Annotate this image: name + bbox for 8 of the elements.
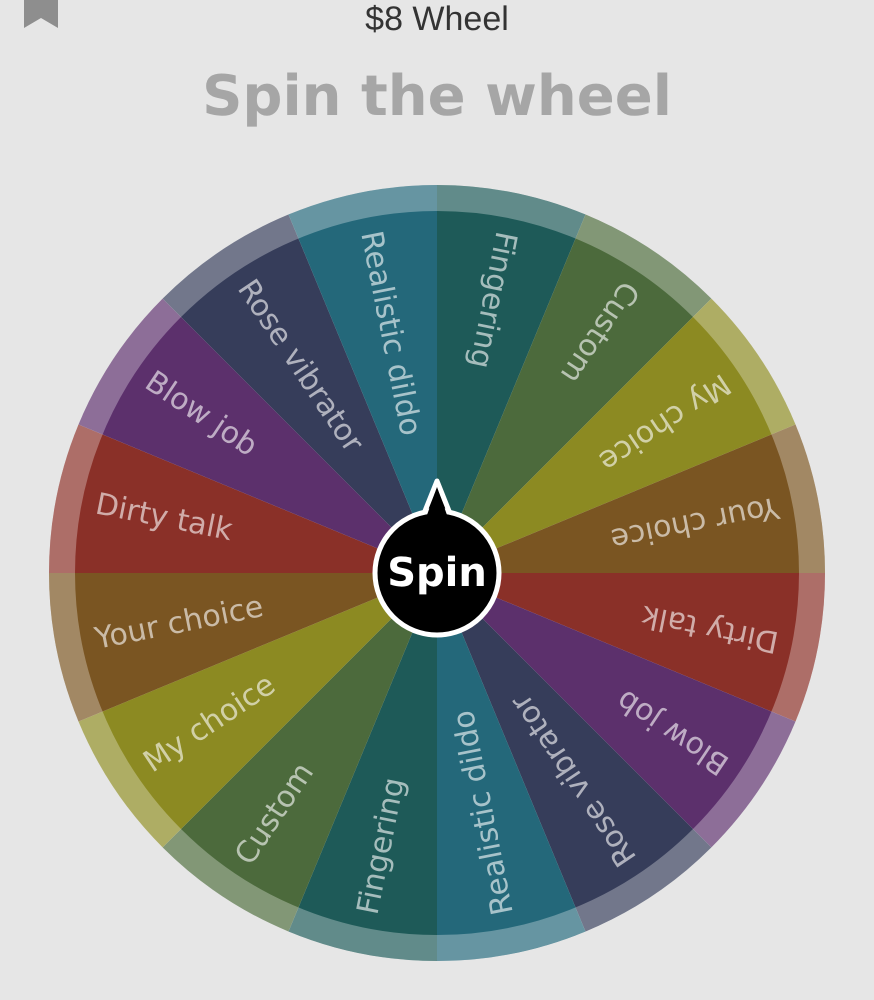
bookmark-icon[interactable] — [24, 0, 58, 28]
segment-label: Realistic dildo — [353, 228, 428, 438]
segment-label: Your choice — [608, 488, 782, 556]
segment-label: Dirty talk — [92, 486, 236, 548]
window-title: $8 Wheel — [365, 2, 509, 30]
segment-label: Your choice — [92, 588, 266, 656]
heading: Spin the wheel — [202, 66, 672, 128]
segment-label: Dirty talk — [638, 598, 782, 659]
